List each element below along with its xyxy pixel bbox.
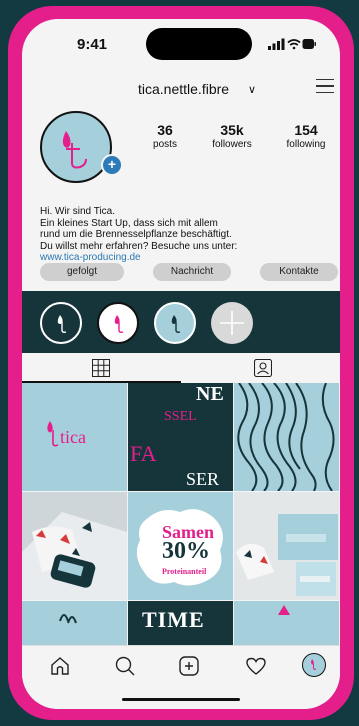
tica-drop-icon: [57, 315, 67, 333]
profile-tabs: [22, 353, 340, 383]
highlight-white[interactable]: [97, 302, 139, 344]
stat-label: followers: [212, 139, 252, 150]
phone-volume-down: [341, 170, 347, 240]
tica-drop-icon: [311, 659, 317, 670]
poster-word: FA: [130, 441, 157, 466]
screen: 9:41 tica.nettle.fibre ∨ + 36 posts 35k …: [22, 19, 340, 709]
brand-wordmark: tica: [60, 427, 86, 447]
profile-icon[interactable]: [302, 653, 326, 677]
stat-number: 35k: [220, 122, 244, 138]
status-time: 9:41: [77, 36, 108, 53]
post-tile[interactable]: [22, 492, 127, 600]
poster-word: SER: [186, 469, 220, 489]
highlight-dark[interactable]: [40, 302, 82, 344]
stat-followers[interactable]: 35k followers: [202, 122, 262, 150]
post-tile[interactable]: [234, 383, 339, 491]
status-icons: [268, 38, 316, 50]
poster-word: SSEL: [164, 409, 197, 424]
profile-header: tica.nettle.fibre ∨: [22, 79, 340, 101]
status-bar: 9:41: [22, 19, 340, 69]
bio-line: rund um die Brennesselpflanze beschäftig…: [40, 229, 232, 240]
tica-drop-icon: [171, 315, 181, 333]
product-photo: [22, 492, 127, 600]
poster-word: TIME: [142, 607, 205, 632]
post-tile[interactable]: Samen 30% Proteinanteil: [128, 492, 233, 600]
wifi-icon: [287, 39, 301, 50]
avatar[interactable]: [40, 111, 112, 183]
signal-icon: [268, 38, 285, 50]
stat-posts[interactable]: 36 posts: [140, 122, 190, 150]
post-tile[interactable]: tica: [22, 383, 127, 491]
menu-icon[interactable]: [316, 79, 334, 94]
stat-label: posts: [153, 139, 177, 150]
poster-word: NE: [196, 383, 224, 405]
story-highlights: [22, 291, 340, 353]
following-button[interactable]: gefolgt: [40, 263, 124, 281]
search-icon[interactable]: [113, 654, 137, 678]
post-tile[interactable]: [234, 492, 339, 600]
home-icon[interactable]: [48, 654, 72, 678]
chevron-down-icon[interactable]: ∨: [248, 83, 256, 96]
add-post-icon[interactable]: [177, 654, 201, 678]
username[interactable]: tica.nettle.fibre: [138, 81, 229, 97]
battery-icon: [302, 39, 316, 49]
leaf-pattern: [59, 614, 77, 624]
promo-line: Proteinanteil: [162, 567, 207, 576]
dynamic-island: [146, 28, 252, 60]
phone-volume-up: [12, 190, 18, 228]
add-story-icon[interactable]: +: [101, 154, 123, 176]
bio-line: Ein kleines Start Up, dass sich mit alle…: [40, 217, 218, 229]
nettle-pattern-image: [237, 383, 335, 491]
plus-icon: [220, 311, 244, 335]
phone-side-button: [12, 138, 18, 176]
tica-logo: [62, 131, 87, 169]
post-tile[interactable]: NE SSEL FA SER: [128, 383, 233, 491]
grid-icon[interactable]: [92, 359, 110, 377]
tica-drop-icon: [114, 315, 124, 333]
stat-number: 154: [294, 122, 318, 138]
stat-number: 36: [157, 122, 173, 138]
heart-icon[interactable]: [244, 654, 268, 678]
bio-line: Du willst mehr erfahren? Besuche uns unt…: [40, 240, 238, 252]
bio: Hi. Wir sind Tica. Ein kleines Start Up,…: [40, 206, 237, 264]
new-highlight-button[interactable]: [211, 302, 253, 344]
promo-percent: 30%: [162, 538, 210, 564]
drop-graphic: [278, 605, 290, 615]
product-box-photo: [234, 492, 339, 600]
stat-label: following: [286, 139, 326, 150]
tagged-icon[interactable]: [254, 359, 272, 377]
post-grid: tica NE SSEL FA SER Samen 30% Proteinant…: [22, 383, 340, 709]
message-button[interactable]: Nachricht: [153, 263, 231, 281]
bio-line: Hi. Wir sind Tica.: [40, 206, 116, 217]
highlight-blue[interactable]: [154, 302, 196, 344]
stat-following[interactable]: 154 following: [276, 122, 336, 150]
contact-button[interactable]: Kontakte: [260, 263, 338, 281]
home-indicator: [122, 698, 240, 701]
website-link[interactable]: www.tica-producing.de: [40, 252, 237, 264]
